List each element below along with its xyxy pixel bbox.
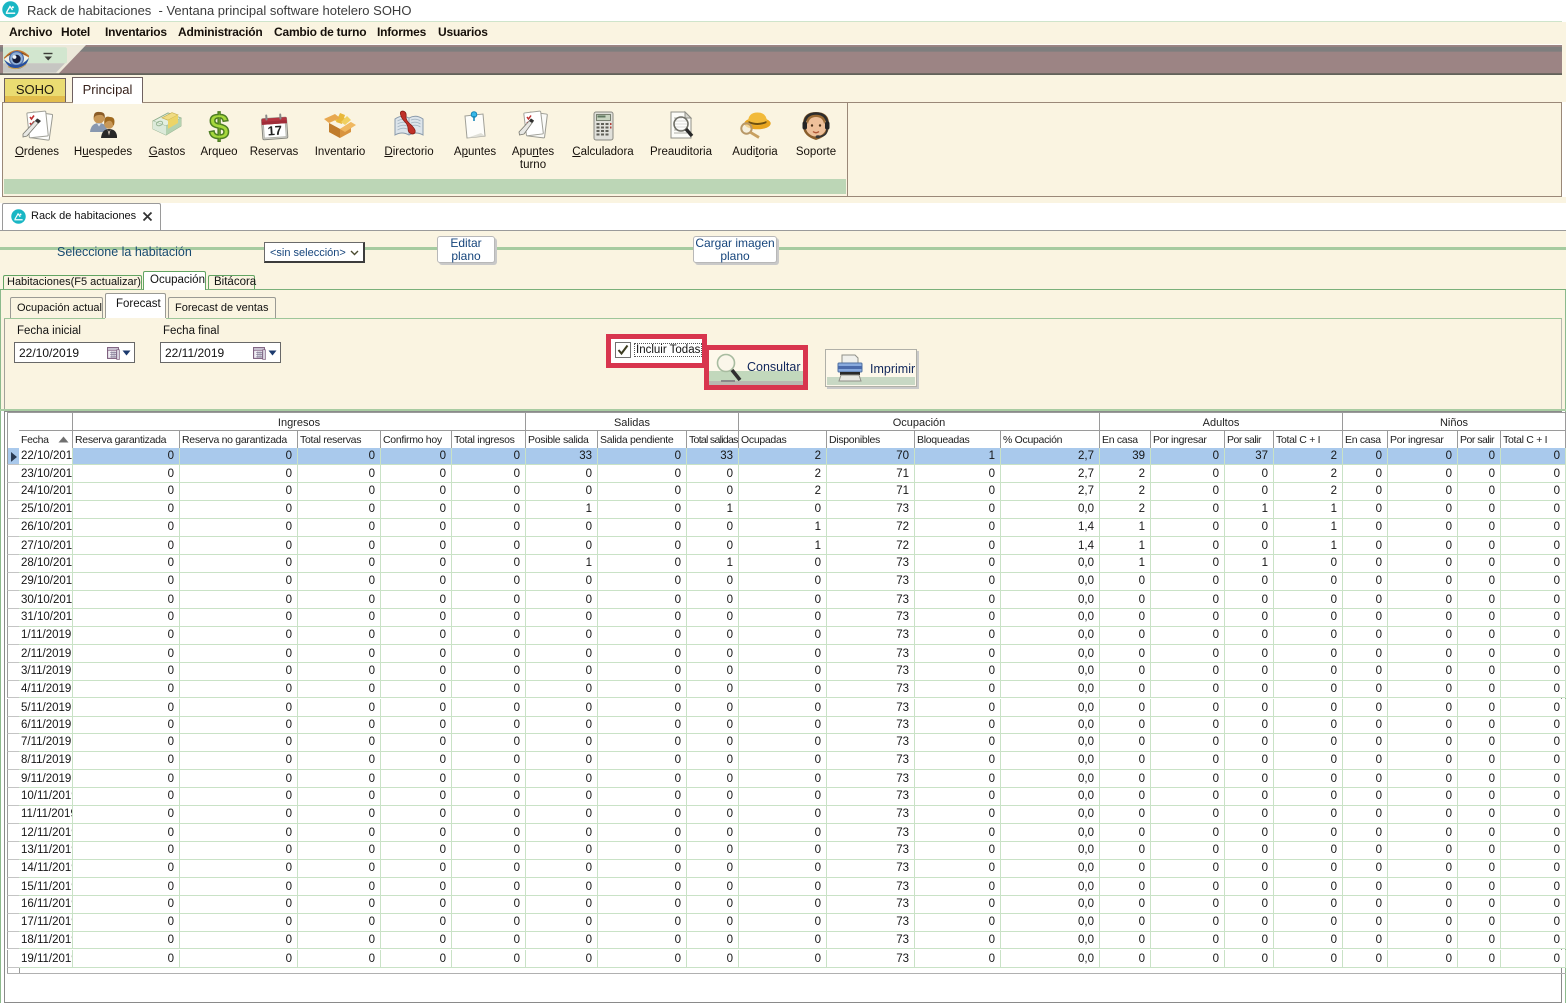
svg-text:17: 17	[267, 122, 282, 138]
svg-text:$: $	[209, 110, 229, 142]
